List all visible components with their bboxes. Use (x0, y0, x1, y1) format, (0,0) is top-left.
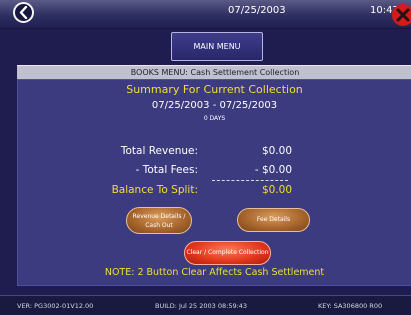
back-arrow-icon (19, 6, 28, 19)
total-revenue-value: $0.00 (261, 145, 292, 157)
summary-title: Summary For Current Collection (126, 83, 303, 96)
totals-divider (212, 180, 288, 181)
revenue-details-button[interactable]: Revenue Details / Cash Out (126, 207, 192, 234)
key-text: KEY: SA306800 R00 (318, 302, 383, 310)
balance-value: $0.00 (261, 184, 292, 196)
screen: 07/25/2003 10:47 MAIN MENU BOOKS MENU: C… (0, 0, 411, 315)
fee-details-button[interactable]: Fee Details (237, 208, 310, 232)
summary-panel: Summary For Current Collection 07/25/200… (17, 79, 411, 286)
top-bar: 07/25/2003 10:47 (0, 0, 411, 29)
date-range: 07/25/2003 - 07/25/2003 (151, 100, 278, 111)
note-text: NOTE: 2 Button Clear Affects Cash Settle… (104, 267, 325, 278)
back-button[interactable] (13, 2, 34, 23)
version-text: VER: PG3002-01V12.00 (17, 302, 94, 310)
footer-bar: VER: PG3002-01V12.00 BUILD: Jul 25 2003 … (0, 295, 411, 315)
close-button[interactable] (392, 4, 411, 26)
total-fees-value: - $0.00 (254, 164, 292, 176)
main-menu-button[interactable]: MAIN MENU (171, 32, 263, 61)
balance-label: Balance To Split: (111, 184, 198, 196)
total-fees-label: - Total Fees: (135, 164, 198, 176)
days-count: 0 DAYS (203, 115, 226, 122)
clear-collection-button[interactable]: Clear / Complete Collection (184, 241, 271, 265)
date-display: 07/25/2003 (228, 5, 286, 16)
total-revenue-label: Total Revenue: (120, 145, 198, 157)
build-text: BUILD: Jul 25 2003 08:59:43 (155, 302, 248, 310)
books-menu-header: BOOKS MENU: Cash Settlement Collection (17, 65, 411, 79)
close-x-icon (396, 8, 410, 22)
books-menu-title: BOOKS MENU: Cash Settlement Collection (130, 68, 300, 77)
